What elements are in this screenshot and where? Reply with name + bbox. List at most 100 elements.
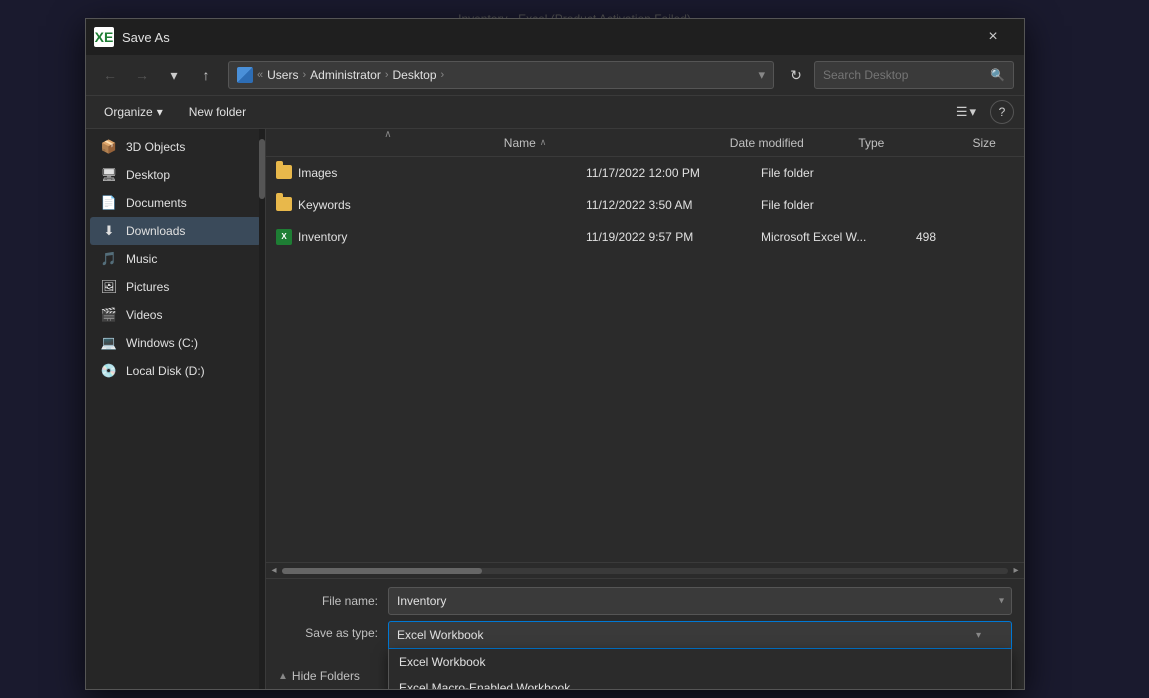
sidebar-label-documents: Documents bbox=[126, 196, 187, 210]
option-excel-macro-enabled[interactable]: Excel Macro-Enabled Workbook bbox=[389, 675, 1011, 689]
horizontal-scrollbar[interactable]: ◂ ▸ bbox=[266, 562, 1024, 578]
col-header-name[interactable]: Name ∧ bbox=[500, 136, 726, 150]
drive-icon bbox=[237, 67, 253, 83]
file-size-inventory: 498 bbox=[916, 230, 976, 244]
bottom-form: File name: ▾ Save as type: Excel Workboo… bbox=[266, 578, 1024, 663]
address-bar[interactable]: « Users › Administrator › Desktop › ▾ bbox=[228, 61, 774, 89]
music-icon: 🎵 bbox=[100, 250, 118, 268]
desktop-icon: 🖥 bbox=[100, 166, 118, 184]
file-row-inventory[interactable]: X Inventory 11/19/2022 9:57 PM Microsoft… bbox=[266, 221, 1024, 253]
col-size-label: Size bbox=[972, 136, 995, 150]
sidebar-item-3d-objects[interactable]: 📦 3D Objects bbox=[90, 133, 261, 161]
new-folder-button[interactable]: New folder bbox=[179, 102, 256, 122]
file-name-container: ▾ bbox=[388, 587, 1012, 615]
address-desktop: Desktop bbox=[393, 68, 437, 82]
address-admin: Administrator bbox=[310, 68, 381, 82]
view-icon: ☰ bbox=[956, 104, 968, 120]
organize-button[interactable]: Organize ▾ bbox=[96, 102, 171, 122]
scroll-thumb bbox=[282, 568, 482, 574]
address-users: Users bbox=[267, 68, 298, 82]
file-type-images: File folder bbox=[761, 166, 916, 180]
sidebar-scrollbar[interactable] bbox=[259, 129, 265, 689]
sidebar-label-windows-c: Windows (C:) bbox=[126, 336, 198, 350]
sidebar-label-videos: Videos bbox=[126, 308, 162, 322]
save-as-dialog: XE Save As × ← → ▾ ↑ « Users › Administr… bbox=[85, 18, 1025, 690]
sidebar-item-desktop[interactable]: 🖥 Desktop bbox=[90, 161, 261, 189]
address-sep-1: « bbox=[257, 69, 263, 81]
excel-icon: XE bbox=[94, 27, 114, 47]
main-content: 📦 3D Objects 🖥 Desktop 📄 Documents ⬇ Dow… bbox=[86, 129, 1024, 689]
search-icon: 🔍 bbox=[990, 68, 1005, 82]
local-disk-d-icon: 💿 bbox=[100, 362, 118, 380]
save-type-dropdown: Excel Workbook Excel Macro-Enabled Workb… bbox=[388, 649, 1012, 689]
folder-icon-keywords bbox=[276, 197, 292, 213]
downloads-icon: ⬇ bbox=[100, 222, 118, 240]
file-modified-images: 11/17/2022 12:00 PM bbox=[586, 166, 761, 180]
col-header-modified[interactable]: Date modified bbox=[726, 136, 855, 150]
col-modified-label: Date modified bbox=[730, 136, 804, 150]
close-button[interactable]: × bbox=[970, 19, 1016, 55]
back-button[interactable]: ← bbox=[96, 61, 124, 89]
sidebar-item-downloads[interactable]: ⬇ Downloads bbox=[90, 217, 261, 245]
sidebar-label-music: Music bbox=[126, 252, 157, 266]
col-header-type[interactable]: Type bbox=[854, 136, 968, 150]
sidebar-label-downloads: Downloads bbox=[126, 224, 185, 238]
address-sep-3: › bbox=[385, 69, 389, 81]
windows-c-icon: 💻 bbox=[100, 334, 118, 352]
address-sep-2: › bbox=[302, 69, 306, 81]
organize-chevron-icon: ▾ bbox=[157, 105, 163, 119]
search-box: 🔍 bbox=[814, 61, 1014, 89]
address-toolbar: ← → ▾ ↑ « Users › Administrator › Deskto… bbox=[86, 55, 1024, 96]
file-name-images: Images bbox=[276, 165, 586, 181]
sidebar-item-music[interactable]: 🎵 Music bbox=[90, 245, 261, 273]
sidebar-label-desktop: Desktop bbox=[126, 168, 170, 182]
search-input[interactable] bbox=[823, 68, 984, 82]
file-modified-inventory: 11/19/2022 9:57 PM bbox=[586, 230, 761, 244]
col-header-size[interactable]: Size bbox=[968, 136, 1014, 150]
file-name-keywords: Keywords bbox=[276, 197, 586, 213]
file-name-label: File name: bbox=[278, 594, 388, 608]
save-type-value: Excel Workbook bbox=[397, 628, 483, 642]
pictures-icon: 🖼 bbox=[100, 278, 118, 296]
scroll-right-button[interactable]: ▸ bbox=[1008, 563, 1024, 579]
sidebar-label-local-disk-d: Local Disk (D:) bbox=[126, 364, 205, 378]
refresh-button[interactable]: ↻ bbox=[782, 61, 810, 89]
sidebar-item-pictures[interactable]: 🖼 Pictures bbox=[90, 273, 261, 301]
sort-icon: ∧ bbox=[540, 137, 547, 148]
scroll-track bbox=[282, 568, 1008, 574]
file-name-input[interactable] bbox=[388, 587, 1012, 615]
col-type-label: Type bbox=[858, 136, 884, 150]
file-row-keywords[interactable]: Keywords 11/12/2022 3:50 AM File folder bbox=[266, 189, 1024, 221]
title-bar: XE Save As × bbox=[86, 19, 1024, 55]
file-row-images[interactable]: Images 11/17/2022 12:00 PM File folder bbox=[266, 157, 1024, 189]
secondary-toolbar: Organize ▾ New folder ☰ ▾ ? bbox=[86, 96, 1024, 129]
save-type-label: Save as type: bbox=[278, 621, 388, 640]
triangle-icon: ▲ bbox=[278, 671, 288, 682]
view-button[interactable]: ☰ ▾ bbox=[950, 101, 982, 123]
address-sep-4: › bbox=[441, 69, 445, 81]
folder-icon-images bbox=[276, 165, 292, 181]
forward-button[interactable]: → bbox=[128, 61, 156, 89]
up-button[interactable]: ↑ bbox=[192, 61, 220, 89]
scroll-left-button[interactable]: ◂ bbox=[266, 563, 282, 579]
address-chevron-icon: ▾ bbox=[758, 67, 765, 83]
excel-file-icon: X bbox=[276, 229, 292, 245]
save-type-select[interactable]: Excel Workbook ▾ bbox=[388, 621, 1012, 649]
organize-label: Organize bbox=[104, 105, 153, 119]
dialog-title: Save As bbox=[122, 30, 970, 45]
file-header: ∧ Name ∧ Date modified Type Size bbox=[266, 129, 1024, 157]
documents-icon: 📄 bbox=[100, 194, 118, 212]
help-button[interactable]: ? bbox=[990, 100, 1014, 124]
videos-icon: 🎬 bbox=[100, 306, 118, 324]
option-excel-workbook[interactable]: Excel Workbook bbox=[389, 649, 1011, 675]
dropdown-button[interactable]: ▾ bbox=[160, 61, 188, 89]
save-type-container: Excel Workbook ▾ Excel Workbook Excel Ma… bbox=[388, 621, 1012, 649]
file-area: ∧ Name ∧ Date modified Type Size bbox=[266, 129, 1024, 689]
sidebar-item-windows-c[interactable]: 💻 Windows (C:) bbox=[90, 329, 261, 357]
sidebar-item-videos[interactable]: 🎬 Videos bbox=[90, 301, 261, 329]
sidebar-label-3d-objects: 3D Objects bbox=[126, 140, 185, 154]
file-type-inventory: Microsoft Excel W... bbox=[761, 230, 916, 244]
sidebar-item-documents[interactable]: 📄 Documents bbox=[90, 189, 261, 217]
sidebar-item-local-disk-d[interactable]: 💿 Local Disk (D:) bbox=[90, 357, 261, 385]
file-name-row: File name: ▾ bbox=[278, 587, 1012, 615]
